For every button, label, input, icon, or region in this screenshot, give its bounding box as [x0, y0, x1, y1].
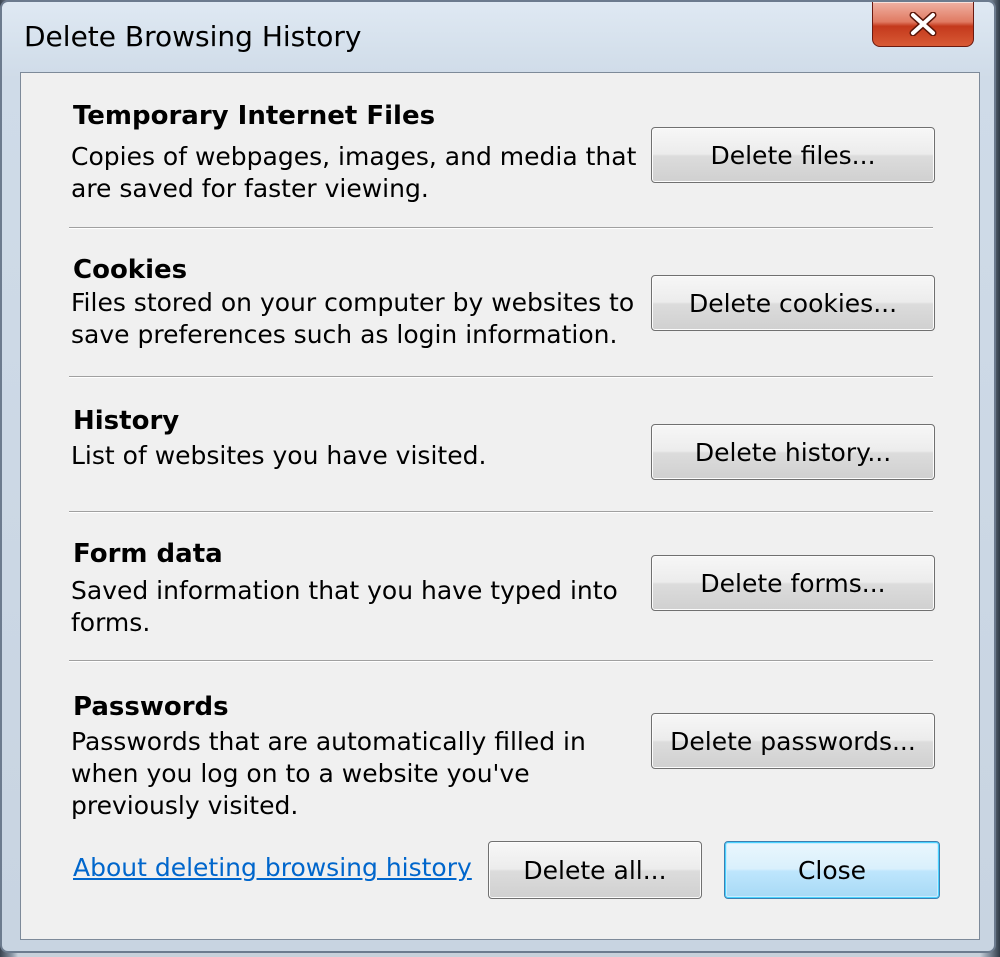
- dialog-body: Temporary Internet Files Copies of webpa…: [20, 72, 980, 940]
- about-deleting-history-link[interactable]: About deleting browsing history: [73, 853, 472, 882]
- section-heading: Cookies: [73, 255, 188, 285]
- section-temporary-internet-files: Temporary Internet Files Copies of webpa…: [71, 101, 935, 221]
- section-cookies: Cookies Files stored on your computer by…: [71, 255, 935, 375]
- section-heading: Form data: [73, 539, 223, 569]
- section-divider: [69, 660, 933, 662]
- section-divider: [69, 376, 933, 378]
- section-heading: Passwords: [73, 692, 229, 722]
- section-description: Saved information that you have typed in…: [71, 576, 618, 637]
- window-close-button[interactable]: [872, 2, 974, 47]
- delete-passwords-button[interactable]: Delete passwords...: [651, 713, 935, 769]
- section-history: History List of websites you have visite…: [71, 406, 935, 506]
- section-passwords: Passwords Passwords that are automatical…: [71, 692, 935, 832]
- delete-history-button[interactable]: Delete history...: [651, 424, 935, 480]
- delete-forms-button[interactable]: Delete forms...: [651, 555, 935, 611]
- section-form-data: Form data Saved information that you hav…: [71, 539, 935, 649]
- close-icon: [909, 12, 937, 36]
- section-divider: [69, 227, 933, 229]
- section-divider: [69, 511, 933, 513]
- close-button[interactable]: Close: [724, 841, 940, 899]
- section-heading: Temporary Internet Files: [73, 101, 436, 131]
- title-bar[interactable]: Delete Browsing History: [2, 2, 994, 72]
- delete-browsing-history-dialog: Delete Browsing History Temporary Intern…: [0, 0, 996, 953]
- section-description: Passwords that are automatically filled …: [71, 727, 586, 820]
- section-description: List of websites you have visited.: [71, 441, 487, 470]
- section-description: Copies of webpages, images, and media th…: [71, 142, 637, 203]
- delete-all-button[interactable]: Delete all...: [488, 841, 702, 899]
- delete-cookies-button[interactable]: Delete cookies...: [651, 275, 935, 331]
- section-heading: History: [73, 406, 180, 436]
- section-description: Files stored on your computer by website…: [71, 288, 635, 349]
- window-title: Delete Browsing History: [24, 20, 362, 53]
- delete-files-button[interactable]: Delete files...: [651, 127, 935, 183]
